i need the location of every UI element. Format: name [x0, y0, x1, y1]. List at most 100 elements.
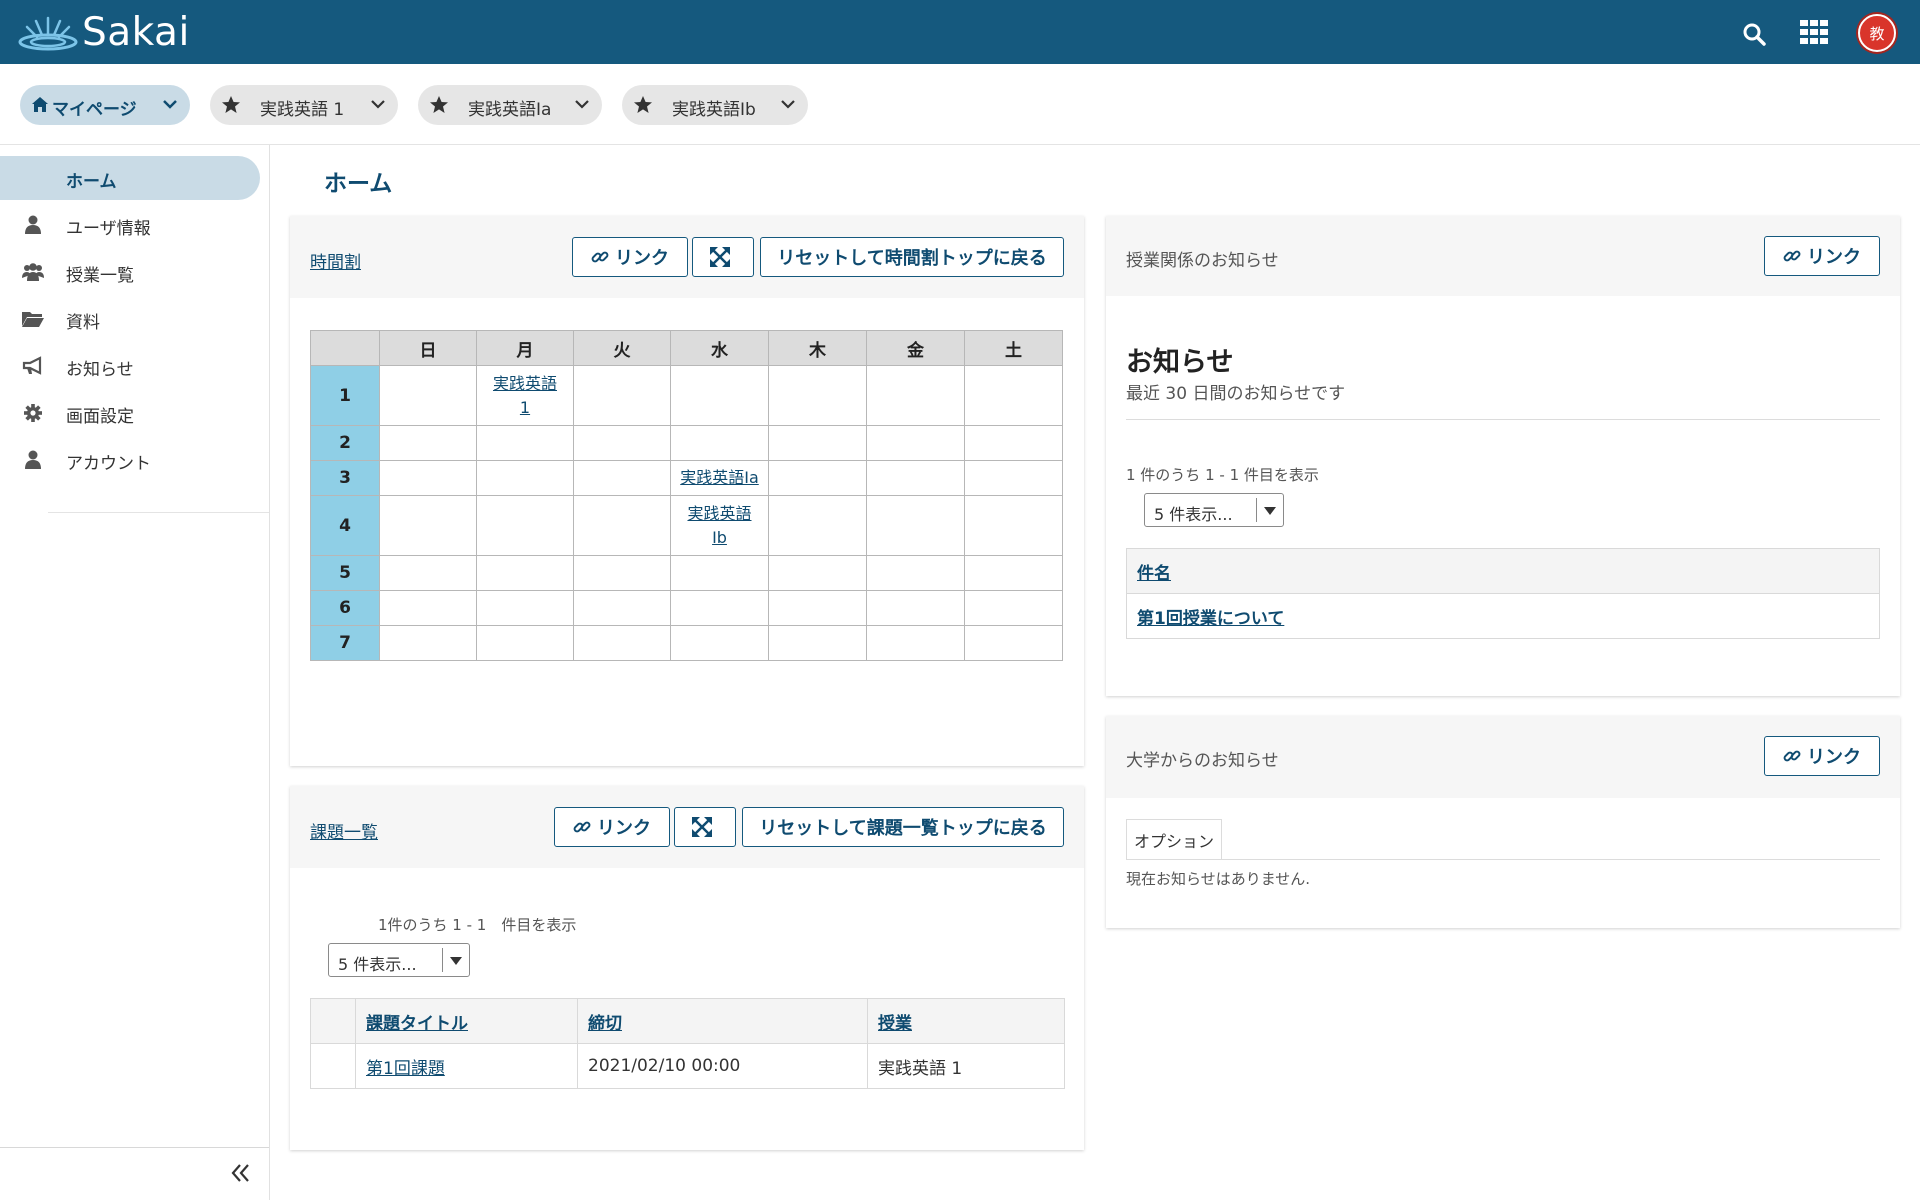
timetable-cell [573, 495, 671, 556]
sort-title-link[interactable]: 課題タイトル [366, 1014, 468, 1034]
timetable-cell [670, 625, 769, 661]
avatar[interactable]: 教 [1858, 14, 1896, 52]
table-cell [310, 1043, 356, 1089]
course-link[interactable]: 実践英語Ⅰa [680, 468, 759, 487]
site-tab-eigo1[interactable]: 実践英語 1 [210, 85, 398, 125]
timetable-cell [670, 590, 769, 626]
timetable-cell [964, 425, 1063, 461]
course-link[interactable]: 実践英語 Ⅰb [687, 504, 751, 547]
timetable-cell [866, 425, 965, 461]
announcement-link[interactable]: 第1回授業について [1137, 609, 1284, 629]
period-label: 3 [310, 460, 380, 496]
expand-icon [710, 247, 730, 267]
sort-subject-link[interactable]: 件名 [1137, 564, 1171, 584]
expand-icon [692, 817, 712, 837]
sort-due-link[interactable]: 締切 [588, 1014, 622, 1034]
sidebar-item-resources[interactable]: 資料 [0, 297, 269, 341]
reset-assignments-button[interactable]: リセットして課題一覧トップに戻る [742, 807, 1064, 847]
link-icon [591, 251, 609, 263]
link-button[interactable]: リンク [1764, 736, 1880, 776]
site-tab-mypage[interactable]: マイページ [20, 85, 190, 125]
timetable-cell [476, 555, 574, 591]
timetable-cell [573, 590, 671, 626]
site-tab-eigo1a[interactable]: 実践英語Ⅰa [418, 85, 602, 125]
reset-timetable-button[interactable]: リセットして時間割トップに戻る [760, 237, 1064, 277]
link-icon [573, 821, 591, 833]
timetable-cell: 実践英語Ⅰa [670, 460, 769, 496]
search-icon[interactable] [1742, 22, 1766, 46]
expand-button[interactable] [692, 237, 754, 277]
page-size-select[interactable]: 5 件表示... [1144, 493, 1284, 527]
expand-button[interactable] [674, 807, 736, 847]
timetable-cell [964, 495, 1063, 556]
table-cell: 第1回課題 [355, 1043, 578, 1089]
timetable-grid: 日 月 火 水 木 金 土 1 実践英語 1 2 3 実践英語Ⅰa 4 実践英語… [310, 330, 1063, 661]
timetable-title-link[interactable]: 時間割 [310, 248, 361, 273]
gear-icon [24, 404, 42, 422]
user-icon [25, 450, 41, 469]
period-label: 2 [310, 425, 380, 461]
day-header: 土 [964, 330, 1063, 366]
panel-title: 大学からのお知らせ [1126, 751, 1279, 771]
page-size-select[interactable]: 5 件表示... [328, 943, 470, 977]
timetable-corner [310, 330, 380, 366]
users-icon [22, 263, 44, 281]
options-tab[interactable]: オプション [1126, 819, 1222, 859]
link-button[interactable]: リンク [554, 807, 670, 847]
period-label: 4 [310, 495, 380, 556]
timetable-cell [573, 425, 671, 461]
chevron-down-icon[interactable] [574, 98, 590, 110]
timetable-cell [768, 365, 867, 426]
course-link[interactable]: 実践英語 1 [493, 374, 557, 417]
column-header: 授業 [867, 998, 1065, 1044]
period-label: 6 [310, 590, 380, 626]
table-header-cell [310, 998, 356, 1044]
timetable-cell [573, 460, 671, 496]
page-title: ホーム [324, 171, 393, 197]
select-divider [442, 948, 443, 972]
sidebar-item-preferences[interactable]: 画面設定 [0, 391, 269, 435]
course-link-line: 実践英語 [492, 373, 557, 393]
sidebar-item-home[interactable]: ホーム [0, 156, 260, 200]
site-tab-eigo1b[interactable]: 実践英語Ⅰb [622, 85, 808, 125]
timetable-cell [573, 365, 671, 426]
sidebar-item-courses[interactable]: 授業一覧 [0, 250, 269, 294]
sort-course-link[interactable]: 授業 [878, 1014, 912, 1034]
sidebar-item-account[interactable]: アカウント [0, 438, 269, 482]
sidebar-item-user-info[interactable]: ユーザ情報 [0, 203, 269, 247]
timetable-cell [476, 495, 574, 556]
sidebar-collapse-bar [0, 1147, 269, 1201]
announcements-heading: お知らせ [1126, 347, 1234, 378]
pager-count: 1件のうち 1 - 1 件目を表示 [378, 916, 577, 934]
sidebar-item-label: お知らせ [66, 360, 134, 380]
link-button-label: リンク [1807, 247, 1861, 268]
sidebar-item-announcements[interactable]: お知らせ [0, 344, 269, 388]
timetable-cell [964, 590, 1063, 626]
chevron-down-icon[interactable] [780, 98, 796, 110]
reset-button-label: リセットして課題一覧トップに戻る [759, 818, 1047, 839]
timetable-cell [670, 365, 769, 426]
assignment-link[interactable]: 第1回課題 [366, 1059, 445, 1079]
sakai-logo[interactable]: Sakai [18, 10, 190, 55]
assignments-title-link[interactable]: 課題一覧 [310, 818, 378, 843]
timetable-cell [964, 460, 1063, 496]
timetable-cell [379, 590, 477, 626]
link-button[interactable]: リンク [572, 237, 688, 277]
timetable-cell [768, 625, 867, 661]
star-icon[interactable] [430, 96, 448, 113]
timetable-cell [964, 625, 1063, 661]
timetable-cell [768, 555, 867, 591]
double-chevron-left-icon[interactable] [230, 1162, 252, 1184]
pager-count: 1 件のうち 1 - 1 件目を表示 [1126, 466, 1319, 484]
link-button[interactable]: リンク [1764, 236, 1880, 276]
timetable-cell [573, 555, 671, 591]
announcements-table: 件名 第1回授業について [1126, 548, 1880, 639]
grid-icon[interactable] [1800, 20, 1828, 44]
timetable-cell [866, 365, 965, 426]
star-icon[interactable] [634, 96, 652, 113]
chevron-down-icon[interactable] [162, 98, 178, 110]
chevron-down-icon[interactable] [370, 98, 386, 110]
top-bar: Sakai 教 [0, 0, 1920, 64]
page-size-value: 5 件表示... [1154, 505, 1233, 524]
star-icon[interactable] [222, 96, 240, 113]
